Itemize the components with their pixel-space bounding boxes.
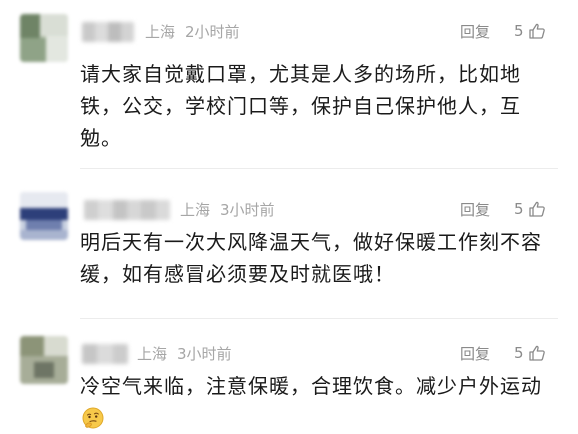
location: 上海	[145, 23, 176, 41]
avatar[interactable]	[20, 336, 68, 384]
comment-text: 明后天有一次大风降温天气，做好保暖工作刻不容缓，如有感冒必须要及时就医哦！	[80, 230, 542, 286]
like-count: 5	[514, 22, 524, 40]
divider	[80, 318, 558, 319]
comment-meta: 上海 3小时前	[180, 200, 275, 220]
divider	[80, 168, 558, 169]
reply-button[interactable]: 回复	[460, 200, 490, 220]
comment-item: 上海 2小时前 回复 5 请大家自觉戴口罩，尤其是人多的场所，比如地铁，公交，学校…	[0, 0, 578, 168]
reply-button[interactable]: 回复	[460, 344, 490, 364]
like-count: 5	[514, 344, 524, 362]
timestamp: 3小时前	[177, 345, 232, 363]
avatar[interactable]	[20, 14, 68, 62]
timestamp: 3小时前	[220, 201, 275, 219]
thumbs-up-icon	[528, 345, 545, 361]
comment-text: 请大家自觉戴口罩，尤其是人多的场所，比如地铁，公交，学校门口等，保护自己保护他人…	[80, 62, 521, 150]
location: 上海	[137, 345, 168, 363]
username[interactable]	[82, 344, 128, 364]
username[interactable]	[84, 200, 170, 220]
like-button[interactable]: 5	[514, 343, 546, 363]
comment-meta: 上海 2小时前	[145, 22, 240, 42]
like-count: 5	[514, 200, 524, 218]
like-button[interactable]: 5	[514, 199, 546, 219]
comment-text-wrapper: 冷空气来临，注意保暖，合理饮食。减少户外运动	[80, 370, 558, 434]
location: 上海	[180, 201, 211, 219]
username[interactable]	[82, 22, 134, 42]
avatar[interactable]	[20, 192, 68, 240]
thumbs-up-icon	[528, 201, 545, 217]
comment-text: 冷空气来临，注意保暖，合理饮食。减少户外运动	[80, 374, 542, 398]
comment-item: 上海 3小时前 回复 5 冷空气来临，注意保暖，合理饮食。减少户外运动	[0, 326, 578, 434]
like-button[interactable]: 5	[514, 21, 546, 41]
thumbs-up-icon	[528, 23, 545, 39]
comment-list: 上海 2小时前 回复 5 请大家自觉戴口罩，尤其是人多的场所，比如地铁，公交，学校…	[0, 0, 578, 434]
comment-item: 上海 3小时前 回复 5 明后天有一次大风降温天气，做好保暖工作刻不容缓，如有感冒…	[0, 178, 578, 316]
thinking-face-icon	[82, 406, 104, 434]
reply-button[interactable]: 回复	[460, 22, 490, 42]
timestamp: 2小时前	[185, 23, 240, 41]
comment-meta: 上海 3小时前	[137, 344, 232, 364]
